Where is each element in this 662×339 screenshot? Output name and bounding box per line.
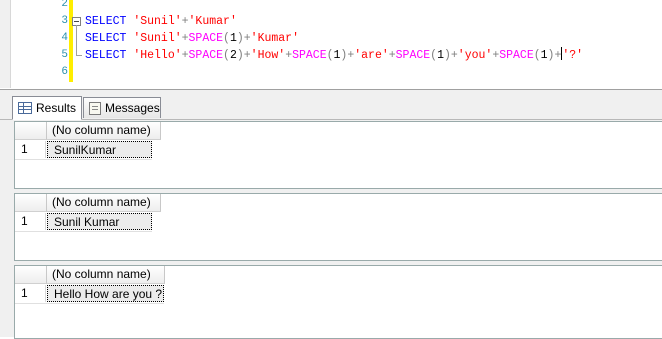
function-name: SPACE (499, 49, 534, 62)
operator: ( (223, 49, 230, 62)
string-literal: 'Hello' (133, 49, 182, 62)
tab-results-label: Results (36, 101, 77, 115)
string-literal: 'Kumar' (188, 15, 237, 28)
results-pane: Results Messages (No column name) 1 Suni… (0, 89, 662, 339)
result-cell[interactable]: Sunil Kumar (47, 213, 152, 230)
result-cell[interactable]: SunilKumar (47, 141, 152, 158)
operator: )+ (340, 49, 355, 62)
result-cell[interactable]: Hello How are you ? (47, 285, 164, 302)
column-header[interactable]: (No column name) (47, 122, 161, 140)
row-number[interactable]: 1 (15, 141, 46, 158)
row-divider (15, 159, 152, 160)
row-divider (15, 231, 152, 232)
string-literal: 'are' (354, 49, 389, 62)
code-text[interactable]: SELECT 'Hello'+SPACE(2)+'How'+SPACE(1)+'… (85, 47, 583, 64)
operator: )+ (236, 49, 251, 62)
numeric-literal: 1 (229, 32, 237, 45)
tab-results[interactable]: Results (12, 96, 82, 120)
code-line[interactable]: 6 (0, 64, 662, 81)
numeric-literal: 1 (437, 49, 444, 62)
sql-keyword: SELECT (85, 49, 134, 62)
row-header-corner[interactable] (15, 194, 47, 212)
line-number: 4 (61, 32, 68, 44)
code-text[interactable]: SELECT 'Sunil'+'Kumar' (85, 13, 237, 30)
operator: ( (223, 32, 230, 45)
string-literal: 'Kumar' (250, 32, 299, 45)
grid-icon (18, 102, 32, 114)
result-grid[interactable]: (No column name) 1 Hello How are you ? (14, 265, 662, 339)
numeric-literal: 2 (229, 49, 237, 62)
tab-messages-label: Messages (105, 101, 160, 115)
code-line[interactable]: 5 SELECT 'Hello'+SPACE(2)+'How'+SPACE(1)… (0, 47, 662, 64)
string-literal: 'you' (457, 49, 493, 62)
operator: )+ (547, 49, 562, 62)
result-grid[interactable]: (No column name) 1 Sunil Kumar (14, 193, 662, 261)
operator: + (181, 32, 189, 45)
operator: + (388, 49, 396, 62)
operator: ( (533, 49, 541, 62)
string-literal: 'How' (250, 49, 286, 62)
code-line[interactable]: 3 SELECT 'Sunil'+'Kumar' (0, 13, 662, 30)
line-number: 3 (61, 15, 68, 27)
string-literal: 'Sunil' (133, 32, 182, 45)
row-number[interactable]: 1 (15, 285, 46, 302)
row-header-corner[interactable] (15, 122, 47, 140)
function-name: SPACE (188, 32, 224, 45)
messages-icon (89, 101, 101, 115)
line-number: 5 (61, 49, 68, 61)
numeric-literal: 1 (540, 49, 548, 62)
results-tab-bar: Results Messages (0, 90, 662, 120)
column-header[interactable]: (No column name) (47, 194, 161, 212)
line-number: 6 (61, 66, 68, 78)
column-header[interactable]: (No column name) (47, 266, 165, 284)
code-text[interactable]: SELECT 'Sunil'+SPACE(1)+'Kumar' (85, 30, 299, 47)
sql-keyword: SELECT (85, 32, 134, 45)
sql-keyword: SELECT (85, 15, 134, 28)
line-number: 2 (61, 0, 68, 10)
function-name: SPACE (292, 49, 327, 62)
function-name: SPACE (395, 49, 431, 62)
operator: + (181, 15, 189, 28)
row-header-corner[interactable] (15, 266, 47, 284)
operator: ( (326, 49, 334, 62)
operator: )+ (236, 32, 251, 45)
result-grid[interactable]: (No column name) 1 SunilKumar (14, 121, 662, 189)
row-divider (15, 303, 164, 304)
operator: )+ (443, 49, 458, 62)
string-literal: '?' (562, 49, 584, 62)
operator: + (181, 49, 189, 62)
code-line[interactable]: 2 (0, 0, 662, 13)
tab-messages[interactable]: Messages (83, 97, 161, 118)
string-literal: 'Sunil' (133, 15, 182, 28)
query-editor[interactable]: 2 3 SELECT 'Sunil'+'Kumar' 4 SELECT 'Sun… (0, 0, 662, 88)
function-name: SPACE (188, 49, 224, 62)
code-line[interactable]: 4 SELECT 'Sunil'+SPACE(1)+'Kumar' (0, 30, 662, 47)
row-number[interactable]: 1 (15, 213, 46, 230)
